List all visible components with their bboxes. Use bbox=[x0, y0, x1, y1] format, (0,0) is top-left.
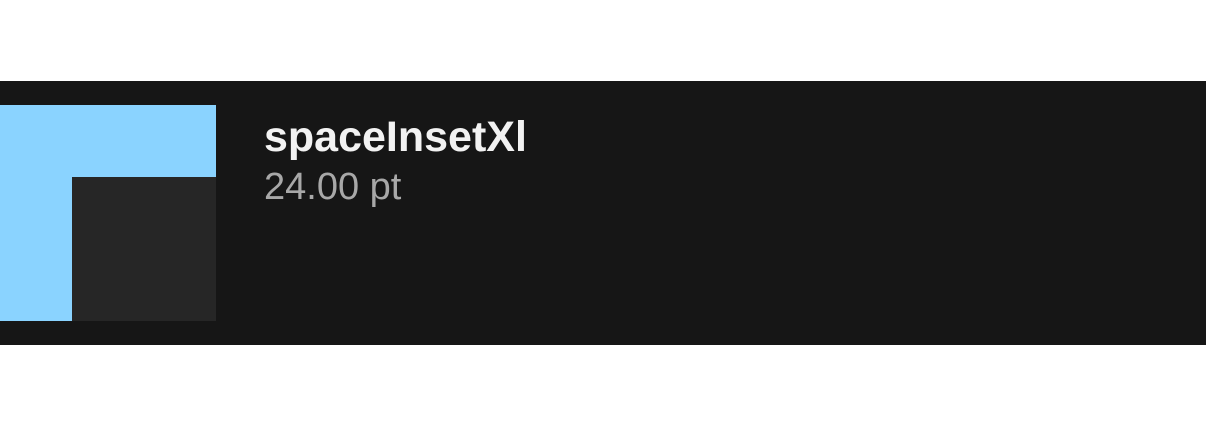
inset-preview-swatch bbox=[0, 105, 216, 321]
token-info: spaceInsetXl 24.00 pt bbox=[264, 111, 527, 211]
inset-preview-content bbox=[72, 177, 216, 321]
token-name: spaceInsetXl bbox=[264, 113, 527, 161]
spacing-token-row: spaceInsetXl 24.00 pt bbox=[0, 81, 1206, 345]
token-value: 24.00 pt bbox=[264, 166, 402, 208]
